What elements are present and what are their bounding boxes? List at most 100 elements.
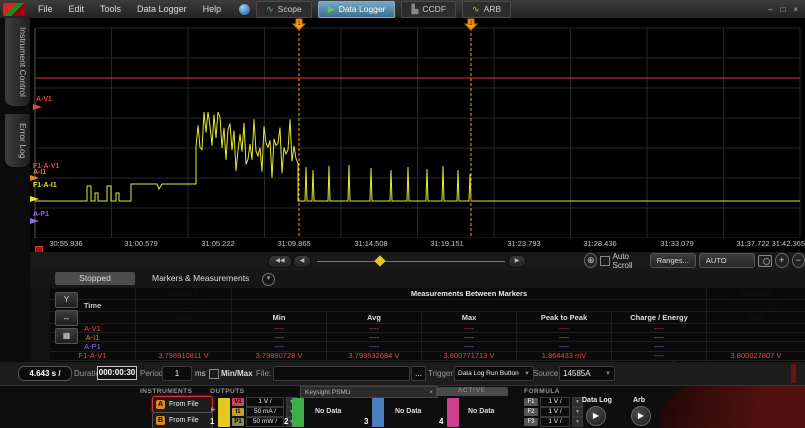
time-tick: 31:00.579 bbox=[111, 239, 171, 248]
menu-file[interactable]: File bbox=[30, 4, 61, 14]
scroll-thumb[interactable] bbox=[374, 255, 385, 266]
cell bbox=[707, 333, 805, 341]
brand-decoration bbox=[660, 386, 805, 428]
auto-scroll-checkbox[interactable] bbox=[600, 256, 609, 266]
v1-range-field[interactable]: 1 V / bbox=[246, 397, 284, 407]
tab-scope[interactable]: ∿ Scope bbox=[256, 1, 312, 18]
f2-range-field[interactable]: 1 V / bbox=[540, 407, 570, 417]
app-window: File Edit Tools Data Logger Help ∿ Scope… bbox=[0, 0, 805, 428]
scroll-back-button[interactable]: ◀ bbox=[293, 255, 311, 268]
duration-value[interactable]: 000:00:30 bbox=[97, 366, 137, 380]
chevron-down-icon[interactable]: ▾ bbox=[262, 273, 275, 286]
col-header-ptp: Peak to Peak bbox=[517, 312, 611, 323]
dropdown-icon[interactable]: ▼ bbox=[572, 417, 583, 427]
minmax-checkbox[interactable] bbox=[209, 369, 219, 379]
cell: ---- bbox=[612, 342, 706, 350]
instruments-panel: INSTRUMENTS OUTPUTS Keysight PSMU × ACTI… bbox=[0, 385, 805, 428]
time-tick: 31:05.222 bbox=[188, 239, 248, 248]
data-log-run-button[interactable]: ▶ bbox=[586, 406, 606, 426]
close-button[interactable]: × bbox=[793, 5, 798, 14]
p1-range-field[interactable]: 50 mW / bbox=[246, 417, 284, 427]
browse-button[interactable]: ... bbox=[411, 366, 426, 381]
from-file-b-button[interactable]: B From File bbox=[152, 412, 213, 428]
marker1-time: 31:12.222106 bbox=[136, 300, 231, 311]
menu-edit[interactable]: Edit bbox=[61, 4, 93, 14]
f1-badge[interactable]: F1 bbox=[524, 398, 538, 406]
scroll-rewind-button[interactable]: ◀◀ bbox=[268, 255, 292, 268]
tab-data-logger[interactable]: ▶ Data Logger bbox=[318, 1, 396, 18]
dropdown-icon[interactable]: ▼ bbox=[572, 407, 583, 417]
channel-label: A-I1 bbox=[33, 169, 46, 176]
expander-icon[interactable]: ▶ bbox=[211, 406, 216, 413]
ranges-button[interactable]: Ranges... bbox=[650, 253, 696, 268]
timebase-select[interactable]: 4.643 s / bbox=[18, 366, 72, 381]
sidebar-tab-instrument-control[interactable]: Instrument Control bbox=[5, 18, 30, 106]
file-input[interactable] bbox=[273, 366, 410, 381]
i1-range-field[interactable]: 50 mA / bbox=[246, 407, 284, 417]
scroll-forward-button[interactable]: ▶ bbox=[508, 255, 526, 268]
markers-measurements-tab[interactable]: Markers & Measurements bbox=[152, 273, 249, 283]
left-sidebar: Instrument Control Error Log bbox=[0, 18, 30, 362]
cell: ---- bbox=[327, 324, 421, 332]
zoom-in-icon[interactable]: + bbox=[775, 253, 788, 268]
close-tab-icon[interactable]: × bbox=[429, 389, 433, 396]
from-file-a-button[interactable]: A From File bbox=[152, 396, 213, 413]
cell: ---- bbox=[422, 324, 516, 332]
pan-icon[interactable]: ⊕ bbox=[584, 253, 597, 268]
active-tab[interactable]: ACTIVE bbox=[436, 387, 508, 396]
grid-view-icon[interactable]: ▦ bbox=[55, 328, 78, 344]
screenshot-icon[interactable] bbox=[758, 255, 772, 267]
arb-run-button[interactable]: ▶ bbox=[631, 406, 651, 426]
restore-button[interactable]: □ bbox=[780, 5, 785, 14]
tab-ccdf[interactable]: ▙ CCDF bbox=[401, 1, 456, 18]
cell: ---- bbox=[232, 333, 326, 341]
formula-header: FORMULA bbox=[524, 388, 560, 395]
titlebar: File Edit Tools Data Logger Help ∿ Scope… bbox=[0, 0, 805, 18]
f1-range-field[interactable]: 1 V / bbox=[540, 397, 570, 407]
zoom-out-icon[interactable]: − bbox=[792, 253, 805, 268]
waveform-chart[interactable]: 12A-V1F1-A-V1A-I1F1-A-I1A-P1 bbox=[30, 18, 805, 238]
time-tick: 31:33.079 bbox=[647, 239, 707, 248]
channel-2-number: 2 bbox=[284, 417, 288, 426]
tab-arb[interactable]: ∿ ARB bbox=[462, 1, 511, 18]
time-tick: 31:42.365 bbox=[743, 239, 805, 248]
menu-data-logger[interactable]: Data Logger bbox=[129, 4, 195, 14]
chart-canvas[interactable]: 12A-V1F1-A-V1A-I1F1-A-I1A-P1 bbox=[30, 18, 805, 238]
trigger-select[interactable]: Data Log Run Button ▼ bbox=[454, 366, 534, 381]
channel-b-badge: B bbox=[156, 416, 165, 425]
minimize-button[interactable]: – bbox=[768, 5, 772, 14]
channel-label: A-V1 bbox=[36, 96, 52, 103]
channel-3-bar bbox=[372, 398, 384, 427]
scroll-track[interactable] bbox=[317, 261, 505, 262]
channel-marker-icon bbox=[33, 104, 42, 110]
source-select[interactable]: 14585A ▼ bbox=[559, 366, 615, 381]
tab-arb-label: ARB bbox=[484, 4, 501, 14]
marker-arrows-icon[interactable]: ↔ bbox=[55, 310, 78, 326]
menu-help[interactable]: Help bbox=[195, 4, 230, 14]
logger-controls: 4.643 s / Duration: 000:00:30 Period: 1 … bbox=[0, 362, 805, 385]
sidebar-tab-error-log[interactable]: Error Log bbox=[5, 114, 30, 167]
marker-tool-icon[interactable]: Y bbox=[55, 292, 78, 308]
from-file-b-label: From File bbox=[169, 417, 199, 424]
f3-range-field[interactable]: 1 V / bbox=[540, 417, 570, 427]
f3-badge[interactable]: F3 bbox=[524, 418, 538, 426]
instrument-status-icon[interactable] bbox=[239, 4, 250, 15]
arb-wave-icon: ∿ bbox=[472, 5, 480, 14]
col-header-avg: Avg bbox=[327, 312, 421, 323]
menu-tools[interactable]: Tools bbox=[92, 4, 129, 14]
delta-time: Δ = 10.873139 s bbox=[232, 300, 706, 311]
time-tick: 31:19.151 bbox=[417, 239, 477, 248]
cell: ---- bbox=[327, 342, 421, 350]
instrument-tab[interactable]: Keysight PSMU × bbox=[300, 386, 438, 398]
measurements-table: Marker 1 Measurements Between Markers Ma… bbox=[50, 288, 805, 369]
col-header-m2-avg: Avg bbox=[707, 312, 805, 323]
col-header-min: Min bbox=[232, 312, 326, 323]
i1-badge: I1 bbox=[232, 408, 244, 416]
auto-scale-button[interactable]: AUTO SCALE bbox=[699, 253, 755, 268]
file-label: File: bbox=[256, 369, 271, 378]
status-row: Stopped Markers & Measurements ▾ bbox=[0, 270, 805, 288]
f2-badge[interactable]: F2 bbox=[524, 408, 538, 416]
channel-3-status: No Data bbox=[395, 408, 421, 415]
period-input[interactable]: 1 bbox=[162, 366, 192, 381]
between-markers-header: Measurements Between Markers bbox=[232, 288, 706, 299]
